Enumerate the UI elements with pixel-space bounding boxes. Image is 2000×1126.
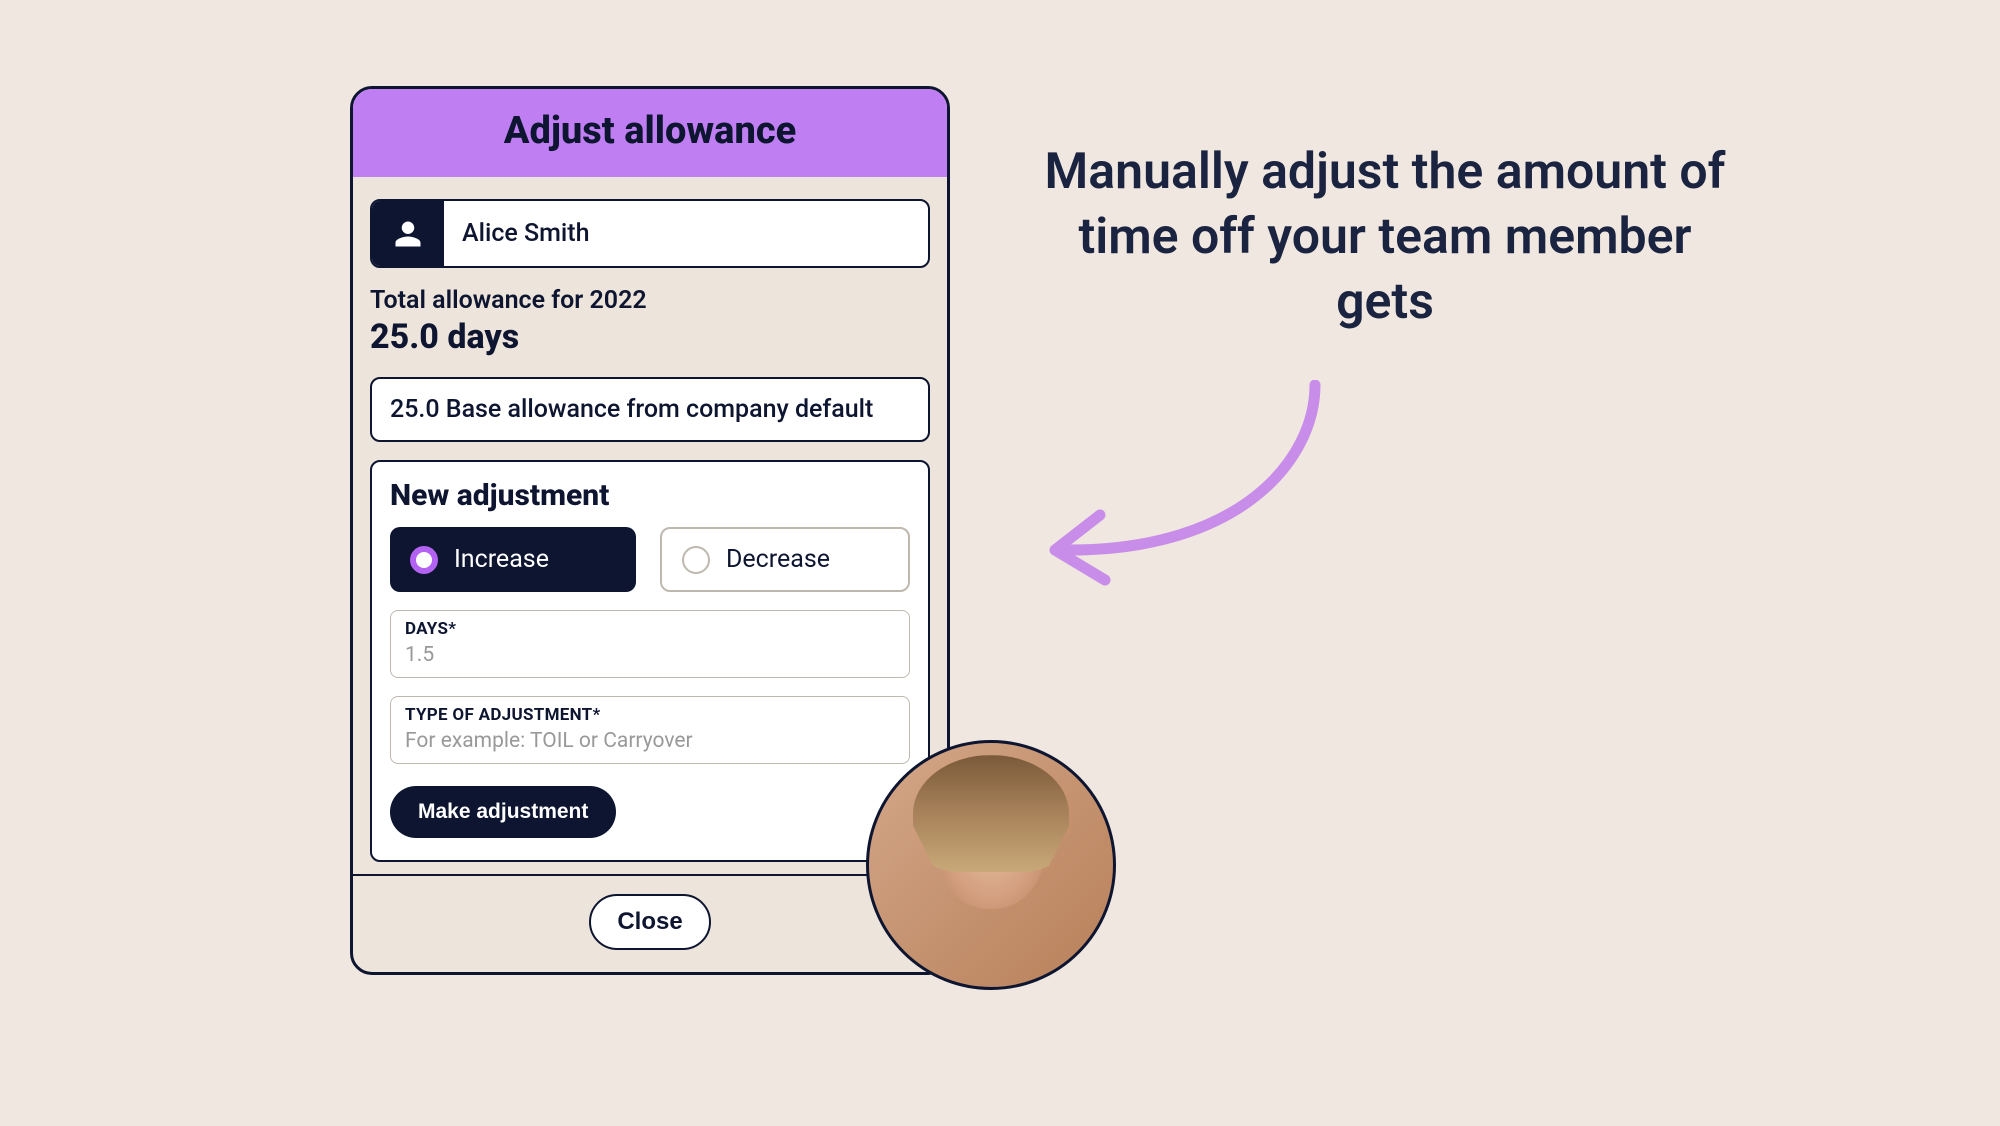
person-selector[interactable]: Alice Smith (370, 199, 930, 268)
base-allowance-row: 25.0 Base allowance from company default (370, 377, 930, 442)
avatar (866, 740, 1116, 990)
decrease-label: Decrease (726, 545, 830, 574)
type-field-label: TYPE OF ADJUSTMENT* (405, 705, 895, 725)
callout-arrow-icon (1040, 380, 1330, 600)
new-adjustment-card: New adjustment Increase Decrease DAYS* T… (370, 460, 930, 862)
allowance-label: Total allowance for 2022 (370, 286, 930, 315)
modal-footer: Close (353, 874, 947, 972)
modal-header: Adjust allowance (353, 89, 947, 177)
adjustment-direction-toggle: Increase Decrease (390, 527, 910, 592)
type-field[interactable]: TYPE OF ADJUSTMENT* (390, 696, 910, 764)
close-button[interactable]: Close (589, 894, 710, 950)
adjustment-heading: New adjustment (390, 478, 910, 513)
modal-title: Adjust allowance (353, 109, 947, 153)
make-adjustment-button[interactable]: Make adjustment (390, 786, 616, 838)
increase-toggle[interactable]: Increase (390, 527, 636, 592)
type-input[interactable] (405, 729, 895, 753)
callout-text: Manually adjust the amount of time off y… (1035, 140, 1735, 335)
days-field-label: DAYS* (405, 619, 895, 639)
days-field[interactable]: DAYS* (390, 610, 910, 678)
person-name: Alice Smith (444, 201, 607, 266)
allowance-summary: Total allowance for 2022 25.0 days (370, 286, 930, 357)
radio-selected-icon (410, 546, 438, 574)
radio-unselected-icon (682, 546, 710, 574)
modal-body: Alice Smith Total allowance for 2022 25.… (353, 177, 947, 874)
allowance-value: 25.0 days (370, 317, 930, 357)
days-input[interactable] (405, 643, 895, 667)
adjust-allowance-modal: Adjust allowance Alice Smith Total allow… (350, 86, 950, 975)
decrease-toggle[interactable]: Decrease (660, 527, 910, 592)
person-icon (372, 201, 444, 266)
increase-label: Increase (454, 545, 549, 574)
